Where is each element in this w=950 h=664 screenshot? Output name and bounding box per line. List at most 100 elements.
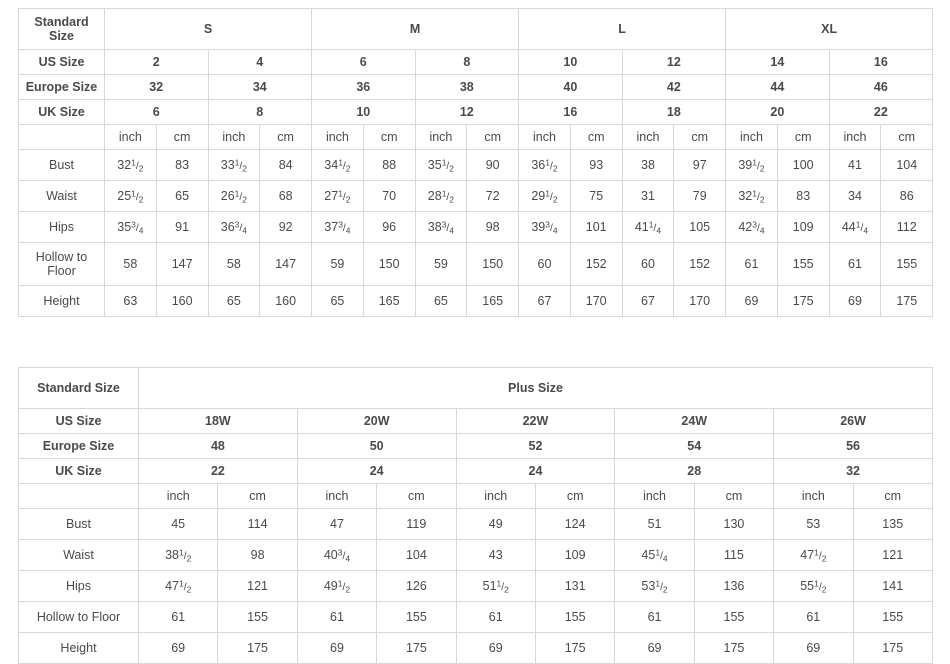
value-cm: 175 [776,285,830,317]
value-inch: 551/2 [773,570,854,602]
unit-cm-2: cm [534,483,616,509]
value-inch: 67 [621,285,675,317]
value-cm: 109 [776,211,830,243]
standard-size-table: Standard Size S M L XL US Size 2 4 6 8 10 12 14 16 Eur… [18,8,934,317]
row-header-uk-size: UK Size [18,458,139,484]
unit-inch-0: inch [104,124,157,150]
size-value-europe-size-1: 34 [207,74,313,100]
value-inch: 43 [455,539,536,571]
value-inch: 291/2 [518,180,571,212]
unit-inch-2: inch [311,124,364,150]
value-inch: 65 [414,285,468,317]
unit-inch-7: inch [828,124,882,150]
size-value-uk-size-6: 20 [725,99,830,125]
size-value-europe-size-5: 42 [621,74,727,100]
measurement-row: Height 69 175 69 175 69 175 69 175 69 175 [18,632,933,664]
value-inch: 41 [828,149,882,181]
standard-size-corner-label: Standard Size [18,367,139,409]
size-value-us-size-5: 12 [621,49,727,75]
value-cm: 152 [569,242,623,286]
value-cm: 121 [852,539,933,571]
group-header-row: Standard Size S M L XL [18,8,934,50]
size-value-uk-size-2: 10 [311,99,416,125]
unit-cm-7: cm [880,124,934,150]
unit-cm-5: cm [673,124,727,150]
value-inch: 531/2 [614,570,695,602]
measurement-label-hips: Hips [18,211,105,243]
value-inch: 65 [311,285,364,317]
value-cm: 92 [259,211,313,243]
value-cm: 98 [217,539,298,571]
unit-inch-3: inch [614,483,695,509]
unit-inch-3: inch [414,124,468,150]
value-cm: 70 [362,180,416,212]
value-cm: 96 [362,211,416,243]
value-cm: 101 [569,211,623,243]
value-cm: 130 [693,508,775,540]
measurement-row: Height 63 160 65 160 65 165 65 165 67 170 67 170 69 17… [18,285,934,317]
value-cm: 155 [852,601,933,633]
unit-inch-5: inch [621,124,675,150]
size-value-uk-size-1: 24 [296,458,457,484]
value-cm: 75 [569,180,623,212]
unit-cm-6: cm [776,124,830,150]
unit-inch-4: inch [773,483,854,509]
value-inch: 69 [614,632,695,664]
unit-row: inch cm inch cm inch cm inch cm inch cm inch cm inch… [18,124,934,150]
value-cm: 105 [673,211,727,243]
size-value-us-size-1: 20W [296,408,457,434]
value-inch: 59 [311,242,364,286]
value-cm: 112 [880,211,934,243]
size-value-uk-size-0: 6 [104,99,209,125]
value-cm: 119 [376,508,457,540]
unit-row: inch cm inch cm inch cm inch cm inch cm [18,483,933,509]
measurement-label-height: Height [18,632,139,664]
measurement-label-height: Height [18,285,105,317]
value-inch: 353/4 [104,211,157,243]
size-value-uk-size-1: 8 [207,99,313,125]
size-value-uk-size-4: 16 [518,99,623,125]
group-label-m: M [311,8,520,50]
value-cm: 165 [466,285,520,317]
value-cm: 65 [155,180,209,212]
value-cm: 83 [155,149,209,181]
value-cm: 175 [852,632,933,664]
value-cm: 72 [466,180,520,212]
size-value-europe-size-6: 44 [725,74,830,100]
value-cm: 121 [217,570,298,602]
value-cm: 147 [155,242,209,286]
value-cm: 147 [259,242,313,286]
value-inch: 60 [621,242,675,286]
row-header-europe-size: Europe Size [18,433,139,459]
value-cm: 115 [693,539,775,571]
size-value-us-size-0: 18W [138,408,298,434]
value-inch: 67 [518,285,571,317]
size-value-europe-size-1: 50 [296,433,457,459]
unit-cm-4: cm [852,483,933,509]
value-cm: 84 [259,149,313,181]
value-cm: 136 [693,570,775,602]
row-header-us-size: US Size [18,49,105,75]
value-inch: 61 [725,242,778,286]
value-inch: 251/2 [104,180,157,212]
value-cm: 98 [466,211,520,243]
group-header-row: Standard Size Plus Size [18,367,933,409]
group-label-s: S [103,8,313,50]
value-inch: 373/4 [311,211,364,243]
group-label-xl: XL [725,8,934,50]
value-inch: 471/2 [773,539,854,571]
size-value-europe-size-0: 48 [138,433,298,459]
value-cm: 79 [673,180,727,212]
size-value-uk-size-2: 24 [455,458,616,484]
value-cm: 109 [534,539,616,571]
unit-inch-1: inch [296,483,378,509]
value-inch: 69 [828,285,882,317]
unit-row-blank-corner [18,124,105,150]
value-inch: 61 [296,601,378,633]
value-inch: 403/4 [296,539,378,571]
value-cm: 175 [217,632,298,664]
value-cm: 150 [466,242,520,286]
group-label-plus-size: Plus Size [138,367,933,409]
measurement-label-waist: Waist [18,180,105,212]
unit-cm-3: cm [466,124,520,150]
